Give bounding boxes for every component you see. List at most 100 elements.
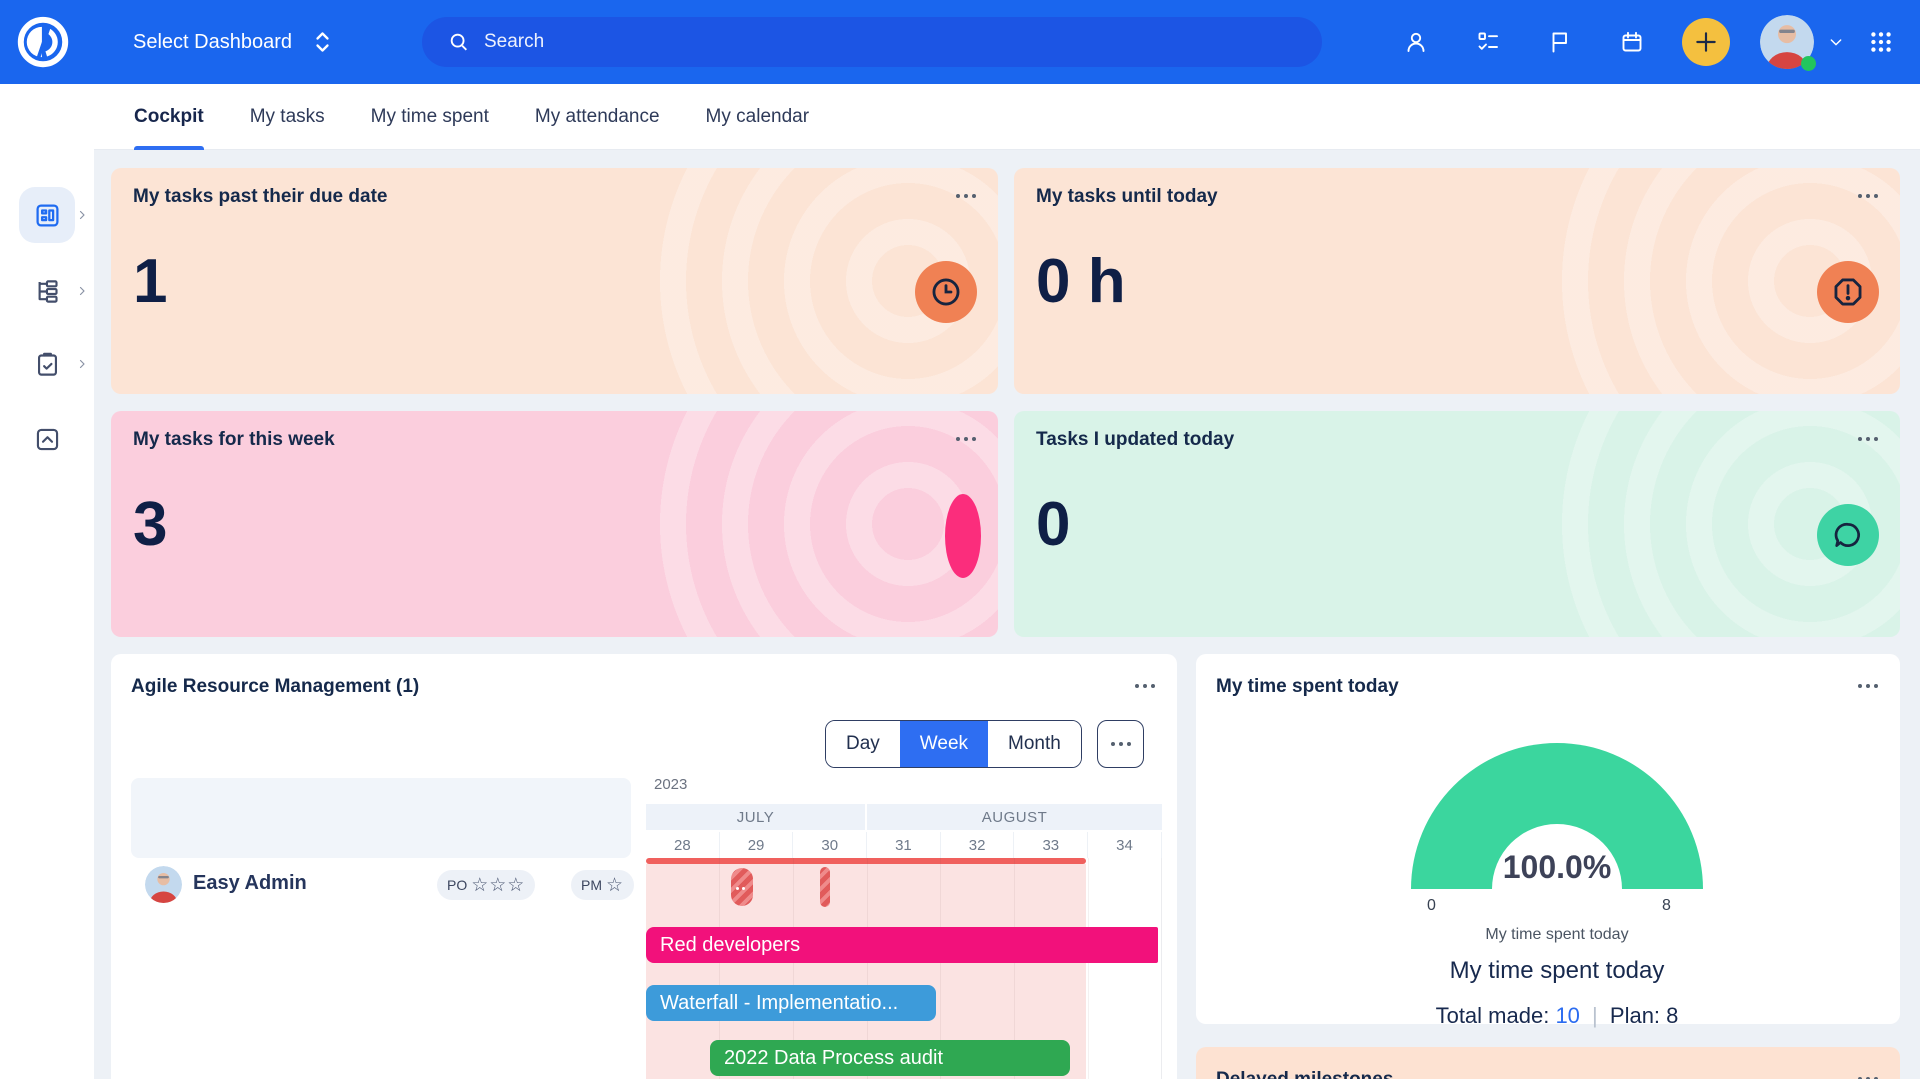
panel-title: Delayed milestones	[1216, 1069, 1393, 1079]
card-tasks-past-due[interactable]: My tasks past their due date 1	[111, 168, 998, 394]
milestone-marker[interactable]	[731, 868, 753, 906]
week-cell: 28	[646, 832, 720, 858]
gantt-bar-label: 2022 Data Process audit	[724, 1047, 943, 1070]
topbar: Select Dashboard	[0, 0, 1920, 84]
view-more-button[interactable]	[1097, 720, 1144, 768]
clock-icon	[915, 261, 977, 323]
card-value: 3	[133, 489, 167, 560]
tasklist-icon[interactable]	[1476, 30, 1500, 54]
online-status-dot	[1801, 56, 1816, 71]
card-title: Tasks I updated today	[1036, 429, 1234, 451]
topbar-actions	[1380, 0, 1920, 84]
role-badge-pm[interactable]: PM ☆	[571, 870, 634, 900]
card-title: My tasks for this week	[133, 429, 335, 451]
role-code: PM	[581, 877, 602, 893]
search-bar[interactable]	[422, 17, 1322, 67]
month-cell-august: AUGUST	[867, 804, 1162, 830]
dashboard-selector-label: Select Dashboard	[133, 31, 292, 54]
ellipse-icon	[945, 494, 981, 578]
dashboard-icon[interactable]	[19, 187, 75, 243]
gantt-bar-label: Red developers	[660, 934, 800, 957]
chevron-right-icon[interactable]	[76, 358, 88, 370]
resource-name[interactable]: Easy Admin	[193, 872, 307, 895]
total-line: Total made: 10 | Plan: 8	[1196, 1003, 1918, 1029]
gauge-max-label: 8	[1662, 897, 1671, 915]
delayed-milestones-panel: Delayed milestones	[1196, 1047, 1900, 1079]
user-avatar[interactable]	[1760, 15, 1814, 69]
card-tasks-this-week[interactable]: My tasks for this week 3	[111, 411, 998, 637]
card-tasks-until-today[interactable]: My tasks until today 0 h	[1014, 168, 1900, 394]
calendar-icon[interactable]	[1620, 30, 1644, 54]
week-cell: 29	[720, 832, 794, 858]
card-menu-dots-icon[interactable]	[956, 194, 976, 198]
apps-grid-icon[interactable]	[1868, 29, 1894, 55]
card-value: 0	[1036, 489, 1070, 560]
star-rating-icons[interactable]: ☆	[606, 876, 624, 895]
card-title: My tasks past their due date	[133, 186, 387, 208]
time-spent-panel: My time spent today 100.0% 0 8 My time s…	[1196, 654, 1900, 1024]
more-dots-icon	[1111, 742, 1131, 746]
star-rating-icons[interactable]: ☆☆☆	[471, 876, 525, 895]
sidebar-item-modules[interactable]	[0, 414, 94, 464]
card-title: My tasks until today	[1036, 186, 1218, 208]
plan-value: 8	[1666, 1003, 1678, 1028]
card-tasks-updated-today[interactable]: Tasks I updated today 0	[1014, 411, 1900, 637]
avatar-chevron-down-icon[interactable]	[1828, 34, 1844, 50]
role-badge-po[interactable]: PO ☆☆☆	[437, 870, 535, 900]
total-made-value-link[interactable]: 10	[1555, 1003, 1579, 1028]
project-tree-icon[interactable]	[19, 263, 75, 319]
sidebar-item-projects[interactable]	[0, 266, 94, 316]
card-menu-dots-icon[interactable]	[1858, 437, 1878, 441]
card-value: 1	[133, 246, 167, 317]
tab-my-calendar[interactable]: My calendar	[706, 84, 810, 150]
sidebar-item-tasks[interactable]	[0, 339, 94, 389]
gantt-left-header	[131, 778, 631, 858]
week-cell: 31	[867, 832, 941, 858]
tab-cockpit[interactable]: Cockpit	[134, 84, 204, 150]
panel-title: Agile Resource Management (1)	[131, 676, 419, 698]
card-menu-dots-icon[interactable]	[1858, 194, 1878, 198]
box-chevron-up-icon[interactable]	[19, 411, 75, 467]
search-input[interactable]	[484, 31, 1244, 53]
panel-subtitle: My time spent today	[1196, 957, 1918, 985]
gantt-bar-red-developers[interactable]: Red developers	[646, 927, 1158, 963]
chevron-right-icon[interactable]	[76, 285, 88, 297]
milestone-marker[interactable]	[820, 867, 830, 907]
gantt-bar-waterfall[interactable]: Waterfall - Implementatio...	[646, 985, 936, 1021]
week-cell: 30	[793, 832, 867, 858]
view-day-button[interactable]: Day	[826, 721, 900, 767]
clipboard-check-icon[interactable]	[19, 336, 75, 392]
gantt-month-row: JULY AUGUST	[646, 804, 1162, 830]
sort-chevrons-icon	[314, 31, 331, 53]
user-icon[interactable]	[1404, 30, 1428, 54]
plan-label: Plan:	[1610, 1003, 1660, 1028]
card-value: 0 h	[1036, 246, 1126, 317]
dashboard-screen: Select Dashboard	[0, 0, 1920, 1079]
add-button[interactable]	[1682, 18, 1730, 66]
sidebar-item-dashboard[interactable]	[0, 187, 94, 243]
gantt-year-label: 2023	[654, 776, 687, 793]
resource-avatar	[145, 866, 182, 903]
view-week-button[interactable]: Week	[900, 721, 988, 767]
page-tabs: Cockpit My tasks My time spent My attend…	[94, 84, 1920, 150]
tab-my-tasks[interactable]: My tasks	[250, 84, 325, 150]
total-made-label: Total made:	[1436, 1003, 1550, 1028]
dashboard-selector[interactable]: Select Dashboard	[133, 0, 331, 84]
panel-menu-dots-icon[interactable]	[1858, 684, 1878, 688]
month-cell-july: JULY	[646, 804, 865, 830]
tab-my-attendance[interactable]: My attendance	[535, 84, 660, 150]
search-icon	[448, 31, 470, 53]
panel-menu-dots-icon[interactable]	[1135, 684, 1155, 688]
gantt-bar-audit[interactable]: 2022 Data Process audit	[710, 1040, 1070, 1076]
gauge-min-label: 0	[1427, 897, 1436, 915]
view-switcher: Day Week Month	[825, 720, 1082, 768]
separator: |	[1586, 1003, 1604, 1028]
app-logo-icon[interactable]	[14, 13, 72, 71]
gauge-series-label: My time spent today	[1196, 926, 1918, 944]
card-menu-dots-icon[interactable]	[956, 437, 976, 441]
flag-icon[interactable]	[1548, 30, 1572, 54]
tab-my-time-spent[interactable]: My time spent	[371, 84, 489, 150]
view-month-button[interactable]: Month	[988, 721, 1081, 767]
gauge-value: 100.0%	[1196, 849, 1918, 886]
chevron-right-icon[interactable]	[76, 209, 88, 221]
